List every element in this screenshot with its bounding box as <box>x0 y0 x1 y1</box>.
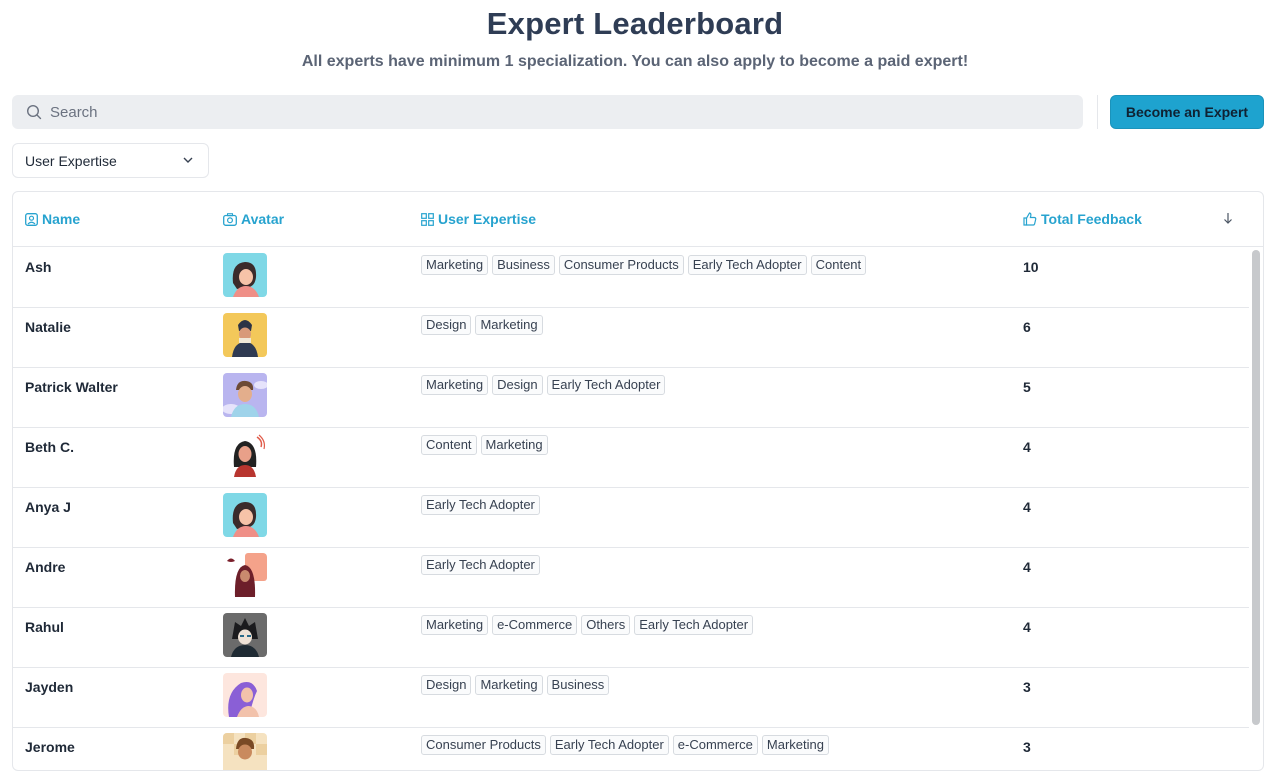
expertise-tags: Early Tech Adopter <box>421 555 540 575</box>
search-bar[interactable] <box>12 95 1083 129</box>
expertise-tag: Early Tech Adopter <box>687 255 807 275</box>
become-expert-button[interactable]: Become an Expert <box>1110 95 1264 129</box>
expertise-tag: Early Tech Adopter <box>549 735 669 755</box>
avatar <box>223 373 267 417</box>
expertise-tag: Early Tech Adopter <box>421 495 540 515</box>
total-feedback-value: 3 <box>1023 739 1031 755</box>
page-title: Expert Leaderboard <box>486 6 784 41</box>
divider <box>1097 95 1098 129</box>
expertise-tag: Consumer Products <box>421 735 546 755</box>
table-row[interactable]: Natalie Design Marketing 6 <box>13 307 1249 368</box>
expertise-tag: Consumer Products <box>558 255 684 275</box>
expert-name: Natalie <box>25 319 71 335</box>
table-row[interactable]: Jayden Design Marketing Business 3 <box>13 667 1249 728</box>
column-header-expertise[interactable]: User Expertise <box>421 211 536 227</box>
avatar <box>223 313 267 357</box>
avatar <box>223 553 267 597</box>
expertise-tag: e-Commerce <box>492 615 578 635</box>
expertise-tag: Content <box>421 435 477 455</box>
table-row[interactable]: Anya J Early Tech Adopter 4 <box>13 487 1249 548</box>
avatar <box>223 433 267 477</box>
expertise-filter-dropdown[interactable]: User Expertise <box>12 143 209 178</box>
total-feedback-value: 3 <box>1023 679 1031 695</box>
expertise-tag: Marketing <box>421 375 489 395</box>
expertise-tag: e-Commerce <box>672 735 758 755</box>
table-header: Name Avatar User Expertise Total Feedbac… <box>13 192 1263 247</box>
expert-name: Beth C. <box>25 439 74 455</box>
grid-icon <box>421 212 434 226</box>
expertise-tag: Early Tech Adopter <box>546 375 666 395</box>
expertise-tag: Marketing <box>761 735 829 755</box>
expertise-tags: Design Marketing <box>421 315 543 335</box>
expert-name: Andre <box>25 559 66 575</box>
total-feedback-value: 4 <box>1023 619 1031 635</box>
expertise-tags: Early Tech Adopter <box>421 495 540 515</box>
total-feedback-value: 4 <box>1023 499 1031 515</box>
column-label-total-feedback: Total Feedback <box>1041 211 1142 227</box>
expertise-tag: Marketing <box>480 435 548 455</box>
expertise-tags: Marketing e-Commerce Others Early Tech Adop… <box>421 615 754 635</box>
expertise-tag: Others <box>581 615 631 635</box>
expertise-tag: Design <box>492 375 543 395</box>
expert-name: Ash <box>25 259 52 275</box>
search-input[interactable] <box>50 103 1050 121</box>
thumbs-up-icon <box>1023 212 1037 226</box>
camera-icon <box>223 212 237 226</box>
expertise-tags: Design Marketing Business <box>421 675 610 695</box>
expertise-tags: Marketing Business Consumer Products Early … <box>421 255 867 275</box>
expert-name: Rahul <box>25 619 64 635</box>
expert-name: Jerome <box>25 739 75 755</box>
filter-selected-value: User Expertise <box>25 152 117 169</box>
expertise-tag: Business <box>546 675 610 695</box>
avatar <box>223 613 267 657</box>
expertise-tag: Early Tech Adopter <box>634 615 754 635</box>
column-header-name[interactable]: Name <box>25 211 80 227</box>
column-header-avatar[interactable]: Avatar <box>223 211 284 227</box>
leaderboard-table: Name Avatar User Expertise Total Feedbac… <box>12 191 1264 771</box>
expert-name: Patrick Walter <box>25 379 118 395</box>
expertise-tag: Marketing <box>421 255 489 275</box>
search-icon <box>26 104 42 120</box>
table-row[interactable]: Patrick Walter Marketing Design Early Tech … <box>13 367 1249 428</box>
table-row[interactable]: Ash Marketing Business Consumer Products Ear… <box>13 247 1249 308</box>
total-feedback-value: 4 <box>1023 559 1031 575</box>
total-feedback-value: 10 <box>1023 259 1039 275</box>
chevron-down-icon <box>183 157 193 163</box>
expertise-tags: Content Marketing <box>421 435 548 455</box>
expert-name: Jayden <box>25 679 74 695</box>
user-square-icon <box>25 212 38 226</box>
table-row[interactable]: Rahul Marketing e-Commerce Others Early Tech… <box>13 607 1249 668</box>
expertise-tag: Design <box>421 315 472 335</box>
expertise-tag: Marketing <box>475 675 543 695</box>
expertise-tag: Marketing <box>475 315 543 335</box>
avatar <box>223 733 267 770</box>
expertise-tag: Business <box>492 255 555 275</box>
table-row[interactable]: Jerome Consumer Products Early Tech Adopte… <box>13 727 1249 770</box>
expertise-tags: Consumer Products Early Tech Adopter e-Com… <box>421 735 829 755</box>
expertise-tag: Marketing <box>421 615 489 635</box>
avatar <box>223 493 267 537</box>
column-label-avatar: Avatar <box>241 211 285 227</box>
scrollbar-thumb[interactable] <box>1252 250 1260 725</box>
table-row[interactable]: Andre Early Tech Adopter 4 <box>13 547 1249 608</box>
expertise-tags: Marketing Design Early Tech Adopter <box>421 375 666 395</box>
expertise-tag: Content <box>810 255 867 275</box>
expertise-tag: Design <box>421 675 472 695</box>
column-label-name: Name <box>42 211 81 227</box>
column-header-total-feedback[interactable]: Total Feedback <box>1023 211 1142 227</box>
expertise-tag: Early Tech Adopter <box>421 555 540 575</box>
arrow-down-icon[interactable] <box>1223 212 1233 224</box>
total-feedback-value: 6 <box>1023 319 1031 335</box>
avatar <box>223 253 267 297</box>
avatar <box>223 673 267 717</box>
column-label-expertise: User Expertise <box>438 211 537 227</box>
page-subtitle: All experts have minimum 1 specializatio… <box>301 53 969 70</box>
total-feedback-value: 4 <box>1023 439 1031 455</box>
total-feedback-value: 5 <box>1023 379 1031 395</box>
table-row[interactable]: Beth C. Content Marketing 4 <box>13 427 1249 488</box>
expert-name: Anya J <box>25 499 71 515</box>
